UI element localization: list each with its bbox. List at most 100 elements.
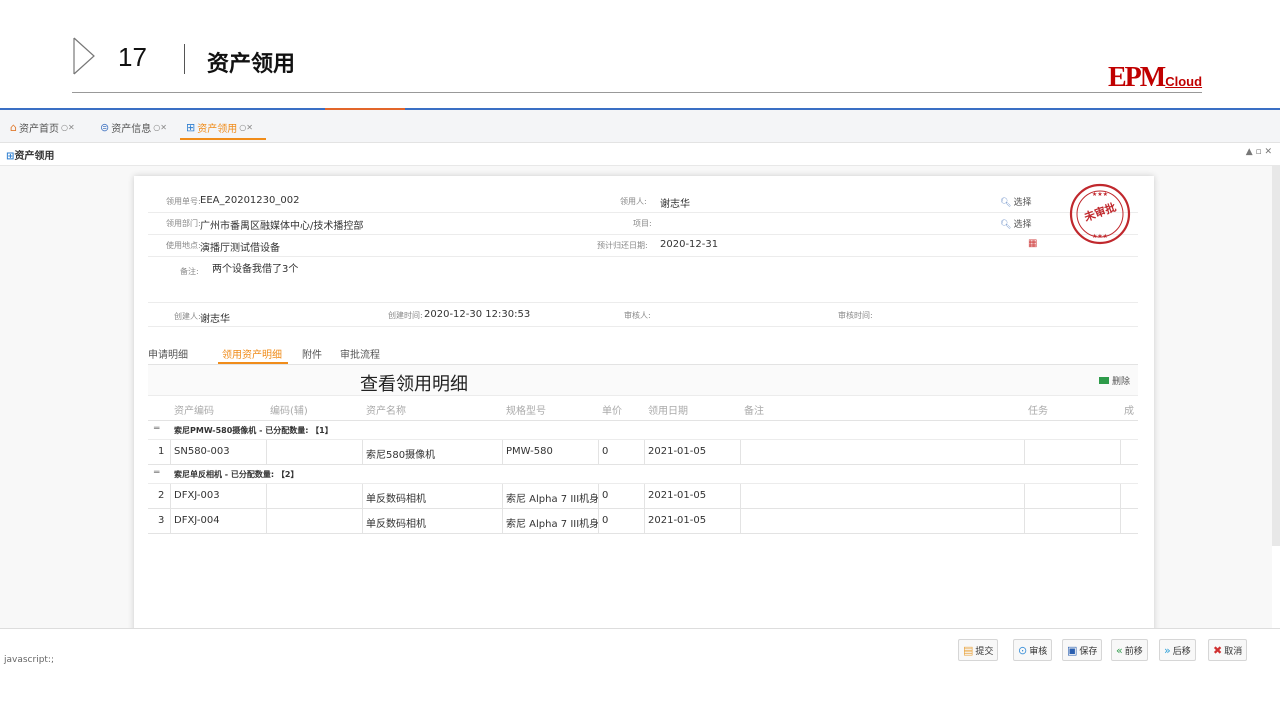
asset-name-cell[interactable]: 单反数码相机 — [366, 490, 426, 505]
asset-name-cell[interactable]: 索尼580摄像机 — [366, 446, 435, 461]
date-cell[interactable]: 2021-01-05 — [648, 515, 706, 526]
column-header[interactable]: 单价 — [602, 402, 622, 417]
cell-divider — [740, 509, 741, 533]
collapse-icon[interactable]: ═ — [154, 424, 159, 434]
group-title: 索尼单反相机 - 已分配数量: 【2】 — [174, 470, 299, 479]
asset-code-cell[interactable]: SN580-003 — [174, 446, 230, 457]
cell-divider — [1120, 440, 1121, 464]
price-cell[interactable]: 0 — [602, 446, 608, 457]
user-value[interactable]: 谢志华 — [660, 195, 690, 210]
asset-code-cell[interactable]: DFXJ-004 — [174, 515, 220, 526]
app-tab-bar: ⌂ 资产首页 ○✕ ⊜ 资产信息 ○✕ ⊞ 资产领用 ○✕ — [0, 110, 1280, 143]
cell-divider — [598, 484, 599, 508]
tab-asset-info[interactable]: ⊜ 资产信息 ○✕ — [100, 120, 167, 135]
cell-divider — [170, 509, 171, 533]
search-icon: 🔍︎ — [1000, 220, 1012, 230]
date-cell[interactable]: 2021-01-05 — [648, 446, 706, 457]
slide-number: 17 — [118, 42, 147, 72]
location-value[interactable]: 演播厅测试借设备 — [200, 239, 280, 254]
column-header[interactable]: 领用日期 — [648, 402, 688, 417]
creator-label: 创建人: — [174, 312, 201, 321]
dept-value[interactable]: 广州市番禺区融媒体中心/技术播控部 — [200, 217, 363, 232]
cancel-button[interactable]: ✖ 取消 — [1208, 639, 1248, 661]
calendar-icon[interactable]: ▦ — [1028, 238, 1037, 249]
collapse-icon[interactable]: ═ — [154, 468, 159, 478]
project-label: 项目: — [633, 219, 652, 228]
move-next-button[interactable]: » 后移 — [1159, 639, 1196, 661]
asset-code-cell[interactable]: DFXJ-003 — [174, 490, 220, 501]
requisition-icon: ⊞ — [186, 121, 196, 134]
brand-logo: EPMCloud — [1108, 62, 1202, 94]
column-header[interactable]: 任务 — [1028, 402, 1048, 417]
submit-button[interactable]: ▤ 提交 — [958, 639, 999, 661]
model-cell[interactable]: PMW-580 — [506, 446, 598, 457]
form-row-2: 领用部门: 广州市番禺区融媒体中心/技术播控部 项目: 🔍︎ 选择 — [148, 212, 1138, 235]
column-header[interactable]: 备注 — [744, 402, 764, 417]
tab-requisition-assets[interactable]: 领用资产明细 — [222, 346, 282, 361]
row-number: 3 — [158, 515, 165, 526]
move-prev-button[interactable]: «前移 — [1111, 639, 1148, 661]
form-row-1: 领用单号: EEA_20201230_002 领用人: 谢志华 🔍︎ 选择 — [148, 190, 1138, 213]
tab-asset-requisition[interactable]: ⊞ 资产领用 ○✕ — [186, 120, 253, 135]
table-row[interactable]: 2 DFXJ-003 单反数码相机 索尼 Alpha 7 III机身 0 202… — [148, 484, 1138, 509]
tab-application-detail[interactable]: 申请明细 — [148, 346, 188, 361]
group-header[interactable]: ═ 索尼单反相机 - 已分配数量: 【2】 — [148, 465, 1138, 484]
form-footer: javascript:; ▤ 提交 ⊙ 审核 ▣ 保存 «前移 » 后移 ✖ 取消 — [0, 628, 1280, 671]
column-header[interactable]: 资产编码 — [174, 402, 214, 417]
delete-icon — [1098, 377, 1109, 384]
cell-divider — [502, 484, 503, 508]
group-header[interactable]: ═ 索尼PMW-580摄像机 - 已分配数量: 【1】 — [148, 421, 1138, 440]
double-right-icon: » — [1164, 643, 1171, 657]
panel-window-controls[interactable]: ▲ ▫ ✕ — [1246, 147, 1272, 157]
table-header: 资产编码 编码(辅) 资产名称 规格型号 单价 领用日期 备注 任务 成 — [148, 396, 1138, 421]
column-header[interactable]: 规格型号 — [506, 402, 546, 417]
table-row[interactable]: 3 DFXJ-004 单反数码相机 索尼 Alpha 7 III机身 0 202… — [148, 509, 1138, 534]
app-window: ⌂ 资产首页 ○✕ ⊜ 资产信息 ○✕ ⊞ 资产领用 ○✕ ⊞资产领用 ▲ ▫ … — [0, 108, 1280, 671]
date-cell[interactable]: 2021-01-05 — [648, 490, 706, 501]
requisition-form-card: 领用单号: EEA_20201230_002 领用人: 谢志华 🔍︎ 选择 领用部… — [134, 176, 1154, 636]
model-cell[interactable]: 索尼 Alpha 7 III机身 — [506, 490, 598, 505]
user-select-button[interactable]: 🔍︎ 选择 — [1000, 195, 1031, 208]
svg-text:★★★: ★★★ — [1092, 233, 1108, 240]
review-button[interactable]: ⊙ 审核 — [1013, 639, 1053, 661]
asset-name-cell[interactable]: 单反数码相机 — [366, 515, 426, 530]
cell-divider — [266, 440, 267, 464]
cell-divider — [362, 484, 363, 508]
column-header[interactable]: 资产名称 — [366, 402, 406, 417]
cell-divider — [740, 484, 741, 508]
save-button[interactable]: ▣ 保存 — [1062, 639, 1103, 661]
panel-header: ⊞资产领用 ▲ ▫ ✕ — [0, 143, 1280, 166]
table-row[interactable]: 1 SN580-003 索尼580摄像机 PMW-580 0 2021-01-0… — [148, 440, 1138, 465]
price-cell[interactable]: 0 — [602, 490, 608, 501]
dept-label: 领用部门: — [166, 219, 201, 228]
return-date-label: 预计归还日期: — [597, 241, 648, 250]
vertical-scrollbar[interactable] — [1272, 166, 1280, 546]
column-header[interactable]: 编码(辅) — [270, 402, 308, 417]
tab-attachments[interactable]: 附件 — [302, 346, 322, 361]
project-select-button[interactable]: 🔍︎ 选择 — [1000, 217, 1031, 230]
save-icon: ▣ — [1067, 643, 1078, 657]
cell-divider — [502, 440, 503, 464]
active-subtab-indicator — [218, 362, 288, 364]
column-header[interactable]: 成 — [1124, 402, 1134, 417]
search-icon: 🔍︎ — [1000, 198, 1012, 208]
price-cell[interactable]: 0 — [602, 515, 608, 526]
order-no-value[interactable]: EEA_20201230_002 — [200, 195, 299, 206]
order-no-label: 领用单号: — [166, 197, 201, 206]
tab-approval-flow[interactable]: 审批流程 — [340, 346, 380, 361]
cell-divider — [170, 440, 171, 464]
delete-button[interactable]: 删除 — [1098, 374, 1130, 387]
cell-divider — [740, 440, 741, 464]
cell-divider — [1024, 509, 1025, 533]
double-left-icon: « — [1116, 643, 1123, 657]
tab-asset-home[interactable]: ⌂ 资产首页 ○✕ — [10, 120, 75, 135]
location-label: 使用地点: — [166, 241, 201, 250]
close-icon[interactable]: ○✕ — [153, 123, 167, 132]
tab-label: 资产首页 — [18, 124, 59, 135]
return-date-value[interactable]: 2020-12-31 — [660, 239, 718, 250]
close-icon[interactable]: ○✕ — [61, 123, 75, 132]
model-cell[interactable]: 索尼 Alpha 7 III机身 — [506, 515, 598, 530]
close-icon[interactable]: ○✕ — [239, 123, 253, 132]
remark-value[interactable]: 两个设备我借了3个 — [212, 260, 298, 275]
cell-divider — [598, 440, 599, 464]
